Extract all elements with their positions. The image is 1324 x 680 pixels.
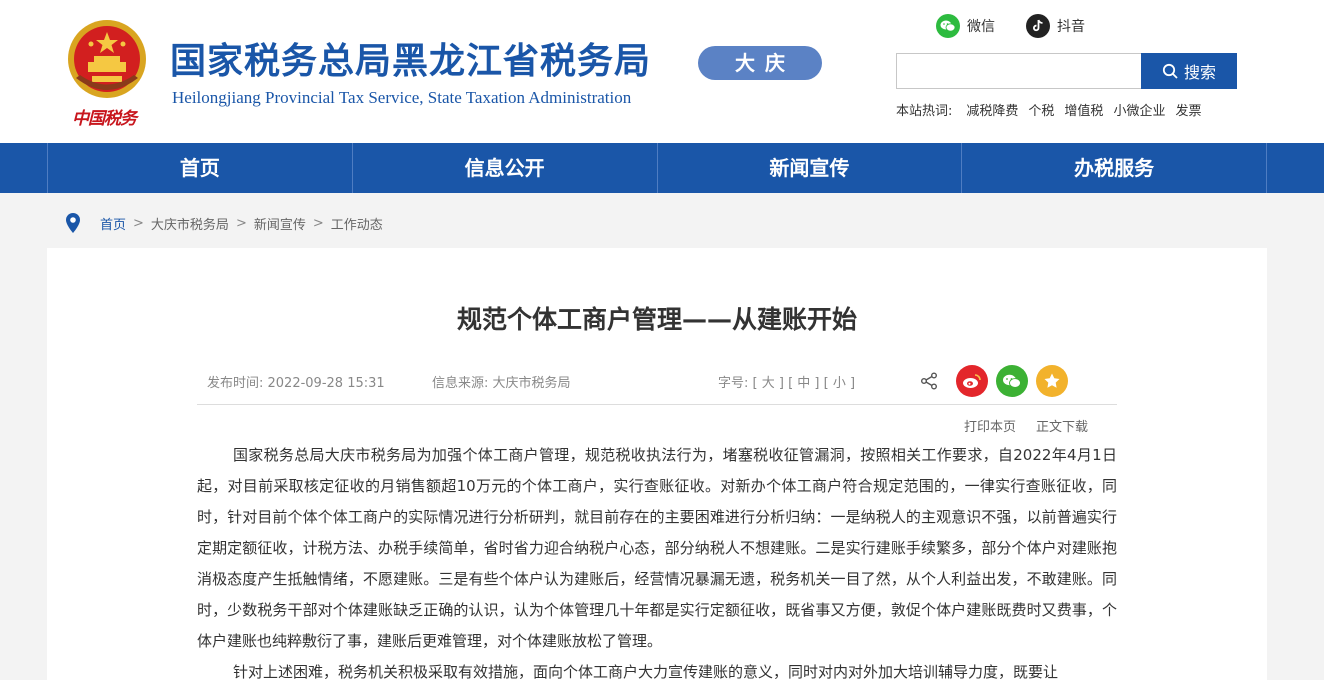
hot-words-label: 本站热词: (896, 104, 953, 119)
breadcrumb-separator: > (133, 215, 144, 231)
china-tax-seal: 中国税务 (72, 109, 137, 129)
city-badge[interactable]: 大庆 (698, 46, 822, 80)
main-nav: 首页 信息公开 新闻宣传 办税服务 (0, 143, 1324, 193)
print-page-link[interactable]: 打印本页 (964, 416, 1016, 435)
breadcrumb-bureau[interactable]: 大庆市税务局 (151, 214, 229, 233)
font-size-control: 字号: [ 大 ] [ 中 ] [ 小 ] (718, 372, 855, 391)
breadcrumb: 首页 > 大庆市税务局 > 新闻宣传 > 工作动态 (66, 212, 383, 234)
site-header: 中国税务 国家税务总局黑龙江省税务局 Heilongjiang Provinci… (0, 0, 1324, 143)
nav-item-tax-service[interactable]: 办税服务 (962, 143, 1267, 193)
hot-word[interactable]: 增值税 (1064, 100, 1103, 119)
info-source: 信息来源: 大庆市税务局 (432, 376, 571, 391)
wechat-share-icon[interactable] (996, 365, 1028, 397)
breadcrumb-work-updates[interactable]: 工作动态 (331, 214, 383, 233)
breadcrumb-separator: > (312, 215, 324, 231)
nav-item-home[interactable]: 首页 (48, 143, 353, 193)
hot-words: 本站热词: 减税降费 个税 增值税 小微企业 发票 (896, 100, 1211, 119)
breadcrumb-home[interactable]: 首页 (100, 214, 126, 233)
article-panel: 规范个体工商户管理——从建账开始 发布时间: 2022-09-28 15:31 … (47, 248, 1267, 680)
douyin-icon (1026, 14, 1050, 38)
article-paragraph: 国家税务总局大庆市税务局为加强个体工商户管理，规范税收执法行为，堵塞税收征管漏洞… (197, 446, 1117, 650)
article-title: 规范个体工商户管理——从建账开始 (456, 305, 857, 334)
article-paragraph: 针对上述困难，税务机关积极采取有效措施，面向个体工商户大力宣传建账的意义，同时对… (233, 663, 1059, 680)
hot-word[interactable]: 个税 (1028, 100, 1054, 119)
publish-time: 发布时间: 2022-09-28 15:31 (207, 376, 385, 391)
search-button[interactable]: 搜索 (1141, 53, 1237, 89)
article-meta: 发布时间: 2022-09-28 15:31 信息来源: 大庆市税务局 字号: … (197, 365, 1117, 405)
article-tools: 打印本页 正文下载 (964, 416, 1088, 435)
hot-word[interactable]: 发票 (1175, 100, 1201, 119)
site-title-english: Heilongjiang Provincial Tax Service, Sta… (172, 88, 632, 107)
share-icon[interactable] (920, 372, 938, 390)
font-size-medium[interactable]: [ 中 ] (788, 376, 819, 391)
wechat-link[interactable]: 微信 (936, 13, 995, 39)
wechat-icon (936, 14, 960, 38)
font-size-label: 字号: (718, 376, 749, 391)
nav-item-info-disclosure[interactable]: 信息公开 (353, 143, 658, 193)
search-button-label: 搜索 (1183, 63, 1216, 82)
site-title[interactable]: 国家税务总局黑龙江省税务局 (170, 38, 651, 86)
wechat-label: 微信 (967, 19, 995, 35)
breadcrumb-news[interactable]: 新闻宣传 (254, 214, 306, 233)
share-bar (920, 365, 1068, 397)
hot-word[interactable]: 小微企业 (1113, 100, 1165, 119)
hot-word[interactable]: 减税降费 (966, 100, 1018, 119)
font-size-large[interactable]: [ 大 ] (753, 376, 784, 391)
nav-item-news[interactable]: 新闻宣传 (658, 143, 963, 193)
download-text-link[interactable]: 正文下载 (1036, 416, 1088, 435)
search-input[interactable] (896, 53, 1142, 89)
national-emblem-icon (68, 20, 146, 98)
location-pin-icon (66, 213, 80, 233)
douyin-link[interactable]: 抖音 (1026, 13, 1085, 39)
weibo-share-icon[interactable] (956, 365, 988, 397)
favorite-star-icon[interactable] (1036, 365, 1068, 397)
breadcrumb-separator: > (235, 215, 247, 231)
douyin-label: 抖音 (1057, 19, 1085, 35)
article-body: 国家税务总局大庆市税务局为加强个体工商户管理，规范税收执法行为，堵塞税收征管漏洞… (197, 440, 1117, 680)
search-icon (1162, 63, 1178, 79)
font-size-small[interactable]: [ 小 ] (824, 376, 855, 391)
